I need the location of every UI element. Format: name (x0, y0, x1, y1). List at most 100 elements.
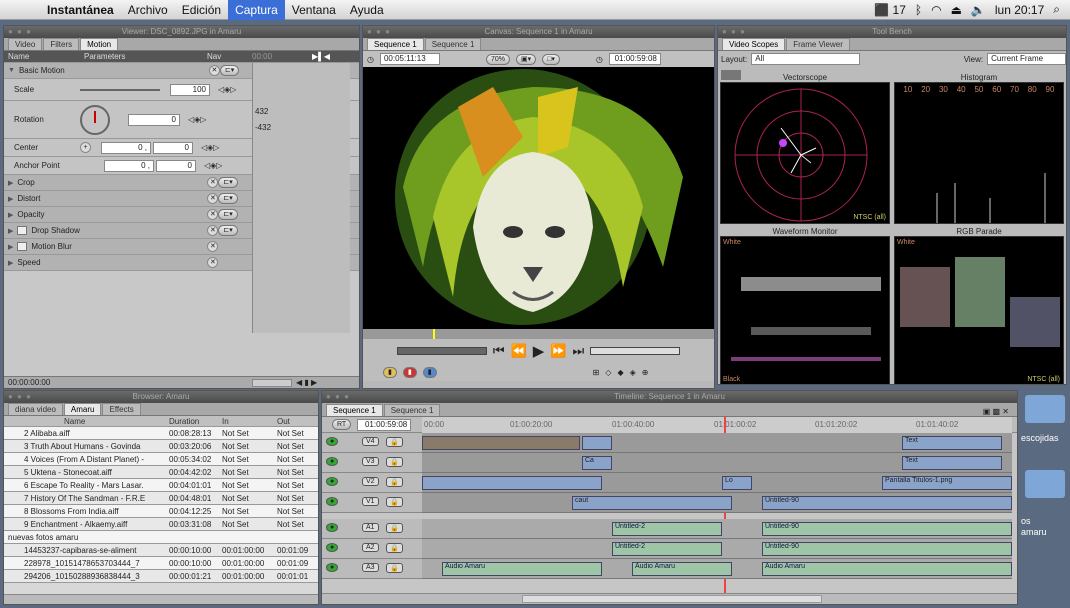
timeline-timecode[interactable]: 01:00:59:08 (357, 418, 412, 431)
track-header[interactable]: ● V4 🔒 (322, 433, 422, 453)
track-visibility-icon[interactable]: ● (326, 523, 339, 532)
preset-menu-button[interactable]: ⊏▾ (218, 177, 238, 188)
scale-field[interactable]: 100 (170, 83, 210, 96)
jog-control[interactable] (590, 347, 681, 355)
app-menu[interactable]: Instantánea (40, 0, 121, 20)
track-header[interactable]: ● A1 🔒 (322, 519, 422, 539)
window-controls-icon[interactable]: ● ● ● (326, 391, 350, 403)
disclosure-icon[interactable]: ▶ (8, 227, 13, 235)
preset-menu-button[interactable]: ⊏▾ (219, 65, 240, 76)
rt-popup[interactable]: RT (332, 419, 352, 430)
shuttle-control[interactable] (396, 347, 487, 355)
bluetooth-icon[interactable]: ᛒ (915, 3, 922, 17)
video-clip[interactable]: caut (572, 496, 732, 510)
lock-icon[interactable]: 🔒 (386, 497, 403, 507)
browser-item[interactable]: 6 Escape To Reality - Mars Lasar. 00:04:0… (4, 479, 318, 492)
reset-icon[interactable]: ✕ (207, 257, 219, 268)
play-icon[interactable]: ▶ (533, 342, 545, 360)
layout-popup[interactable]: All (751, 53, 860, 65)
menu-ayuda[interactable]: Ayuda (343, 0, 391, 20)
reset-icon[interactable]: ✕ (208, 65, 220, 76)
mark-in-icon[interactable]: ◇ (605, 368, 611, 377)
lock-icon[interactable]: 🔒 (386, 563, 403, 573)
tab-sequence-1[interactable]: Sequence 1 (367, 38, 424, 50)
track-label[interactable]: V2 (362, 477, 379, 486)
video-clip[interactable]: Text (902, 456, 1002, 470)
track-label[interactable]: A1 (362, 523, 379, 532)
video-clip[interactable]: Untitled-90 (762, 496, 1012, 510)
timeline-zoom-slider[interactable] (522, 595, 822, 603)
rotation-dial[interactable] (80, 104, 110, 135)
clock[interactable]: lun 20:17 (995, 3, 1044, 17)
browser-scrollbar[interactable] (4, 594, 318, 604)
reset-icon[interactable]: ✕ (207, 225, 219, 236)
mark-icon[interactable]: ▶▌◀ (312, 52, 330, 61)
tab-video[interactable]: Video (8, 38, 43, 50)
volume-icon[interactable]: 🔈 (971, 3, 986, 17)
video-clip[interactable]: Ca (582, 456, 612, 470)
window-controls-icon[interactable]: ● ● ● (8, 26, 32, 38)
crosshair-icon[interactable]: + (80, 142, 91, 153)
overlay-popup[interactable]: □▾ (542, 53, 560, 65)
track-header[interactable]: ● V3 🔒 (322, 453, 422, 473)
disclosure-open-icon[interactable]: ▼ (8, 67, 15, 74)
col-out[interactable]: Out (277, 417, 317, 426)
lock-icon[interactable]: 🔒 (386, 477, 403, 487)
disclosure-icon[interactable]: ▶ (8, 211, 13, 219)
go-to-out-icon[interactable]: ⏭ (572, 343, 584, 359)
canvas-timecode-field[interactable]: 00:05:11:13 (379, 53, 440, 65)
col-in[interactable]: In (222, 417, 277, 426)
rotation-field[interactable]: 0 (128, 113, 180, 126)
tab-sequence-1[interactable]: Sequence 1 (326, 404, 383, 416)
browser-item[interactable]: 228978_10151478653703444_7 00:00:10:00 00:… (4, 557, 318, 570)
preset-menu-button[interactable]: ⊏▾ (218, 209, 238, 220)
audio-clip[interactable]: Untitled-2 (612, 522, 722, 536)
wifi-icon[interactable]: ◠ (931, 3, 941, 17)
timeline-ruler[interactable]: 00:00 01:00:20:00 01:00:40:00 01:01:00:0… (422, 417, 1012, 604)
canvas-scrubber[interactable] (363, 329, 714, 339)
track-header[interactable]: ● V1 🔒 (322, 493, 422, 513)
col-name[interactable]: Name (4, 417, 169, 426)
browser-item[interactable]: 9 Enchantment - Alkaemy.aiff 00:03:31:08 N… (4, 518, 318, 531)
track-visibility-icon[interactable]: ● (326, 437, 339, 446)
track-label[interactable]: V1 (362, 497, 379, 506)
add-keyframe-icon[interactable]: ⊕ (642, 368, 649, 377)
zoom-buttons-icon[interactable]: ◀ ▮ ▶ (296, 378, 317, 387)
browser-item[interactable]: nuevas fotos amaru (4, 531, 318, 544)
track-header[interactable]: ● A2 🔒 (322, 539, 422, 559)
video-clip[interactable]: Pantalla Titulos-1.png (882, 476, 1012, 490)
track-label[interactable]: V4 (362, 437, 379, 446)
center-y-field[interactable]: 0 (153, 141, 193, 154)
video-clip[interactable] (422, 476, 602, 490)
reset-icon[interactable]: ✕ (207, 177, 219, 188)
zoom-slider[interactable] (252, 378, 292, 387)
playhead[interactable] (433, 329, 435, 339)
col-duration[interactable]: Duration (169, 417, 222, 426)
track-label[interactable]: A2 (362, 543, 379, 552)
browser-item[interactable]: 3 Truth About Humans - Govinda 00:03:20:0… (4, 440, 318, 453)
replace-edit-button[interactable]: ▮ (422, 366, 437, 378)
anchor-y-field[interactable]: 0 (156, 159, 196, 172)
menu-captura[interactable]: Captura (228, 0, 285, 20)
lock-icon[interactable]: 🔒 (386, 523, 403, 533)
audio-clip[interactable]: Untitled-90 (762, 542, 1012, 556)
track-visibility-icon[interactable]: ● (326, 543, 339, 552)
window-controls-icon[interactable]: ● ● ● (722, 26, 746, 38)
browser-item[interactable]: 4 Voices (From A Distant Planet) - 00:05:… (4, 453, 318, 466)
desktop-label[interactable]: amaru (1021, 527, 1047, 537)
disclosure-icon[interactable]: ▶ (8, 195, 13, 203)
video-clip[interactable]: Text (902, 436, 1002, 450)
mark-clip-icon[interactable]: ◆ (617, 368, 623, 377)
viewer-timecode[interactable]: 00:00:00:00 (4, 378, 252, 387)
browser-item[interactable]: 8 Blossoms From India.aiff 00:04:12:25 Not… (4, 505, 318, 518)
reset-icon[interactable]: ✕ (207, 241, 219, 252)
track-label[interactable]: A3 (362, 563, 379, 572)
audio-clip[interactable]: Audio Amaru (632, 562, 732, 576)
browser-item[interactable]: 14453237-capibaras-se-aliment 00:00:10:00… (4, 544, 318, 557)
desktop-label[interactable]: os (1021, 516, 1031, 526)
disclosure-icon[interactable]: ▶ (8, 259, 13, 267)
browser-item[interactable]: 7 History Of The Sandman - F.R.E 00:04:48… (4, 492, 318, 505)
reset-icon[interactable]: ✕ (207, 193, 219, 204)
window-controls-icon[interactable]: ● ● ● (367, 26, 391, 38)
track-visibility-icon[interactable]: ● (326, 563, 339, 572)
